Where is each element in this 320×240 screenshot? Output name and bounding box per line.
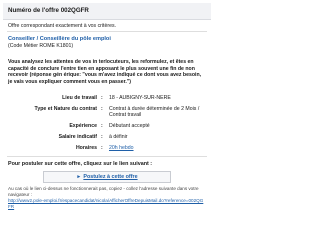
apply-link[interactable]: Postulez à cette offre — [83, 174, 137, 180]
detail-label: Lieu de travail — [62, 95, 97, 102]
arrow-right-icon: ► — [76, 174, 82, 181]
detail-label: Expérience — [69, 123, 97, 130]
detail-value-cell: 20h hebdo — [107, 143, 203, 154]
detail-value: 18 - AUBIGNY-SUR-NERE — [109, 95, 171, 102]
apply-heading: Pour postuler sur cette offre, cliquez s… — [8, 161, 153, 168]
detail-value: Débutant accepté — [109, 123, 150, 130]
detail-row: Expérience : Débutant accepté — [27, 121, 203, 132]
detail-value: Contrat à durée déterminée de 2 Mois / C… — [109, 105, 200, 119]
offer-email: Numéro de l'offre 002QGFR Offre correspo… — [3, 3, 211, 232]
apply-button[interactable]: ► Postulez à cette offre — [43, 171, 171, 184]
detail-label: Salaire indicatif — [58, 133, 97, 140]
footer-note: Au cas où le lien ci-dessus ne fonctionn… — [8, 186, 199, 198]
detail-label: Horaires — [75, 144, 97, 151]
job-title: Conseiller / Conseillère du pôle emploi — [8, 36, 111, 42]
detail-colon: : — [101, 133, 103, 140]
job-code: (Code Métier ROME K1801) — [8, 43, 74, 49]
horaires-link[interactable]: 20h hebdo — [109, 145, 134, 151]
detail-colon: : — [101, 105, 103, 112]
detail-colon: : — [101, 144, 103, 151]
offer-url-link[interactable]: http://www2.pole-emploi.fr/espacecandida… — [3, 198, 211, 210]
job-description: Vous analysez les attentes de vos in ter… — [8, 59, 202, 85]
detail-row: Horaires : 20h hebdo — [27, 143, 203, 154]
detail-row: Type et Nature du contrat : Contrat à du… — [27, 104, 203, 121]
details-table: Lieu de travail : 18 - AUBIGNY-SUR-NERE … — [27, 93, 203, 153]
offer-number-title: Numéro de l'offre 002QGFR — [3, 3, 211, 20]
detail-label: Type et Nature du contrat — [34, 105, 97, 112]
detail-row: Salaire indicatif : à définir — [27, 132, 203, 143]
intro-text: Offre correspondant exactement à vos cri… — [8, 23, 117, 29]
job-block: Conseiller / Conseillère du pôle emploi … — [3, 32, 211, 56]
detail-row: Lieu de travail : 18 - AUBIGNY-SUR-NERE — [27, 93, 203, 104]
detail-value: à définir — [109, 133, 128, 140]
detail-colon: : — [101, 95, 103, 102]
detail-colon: : — [101, 123, 103, 130]
